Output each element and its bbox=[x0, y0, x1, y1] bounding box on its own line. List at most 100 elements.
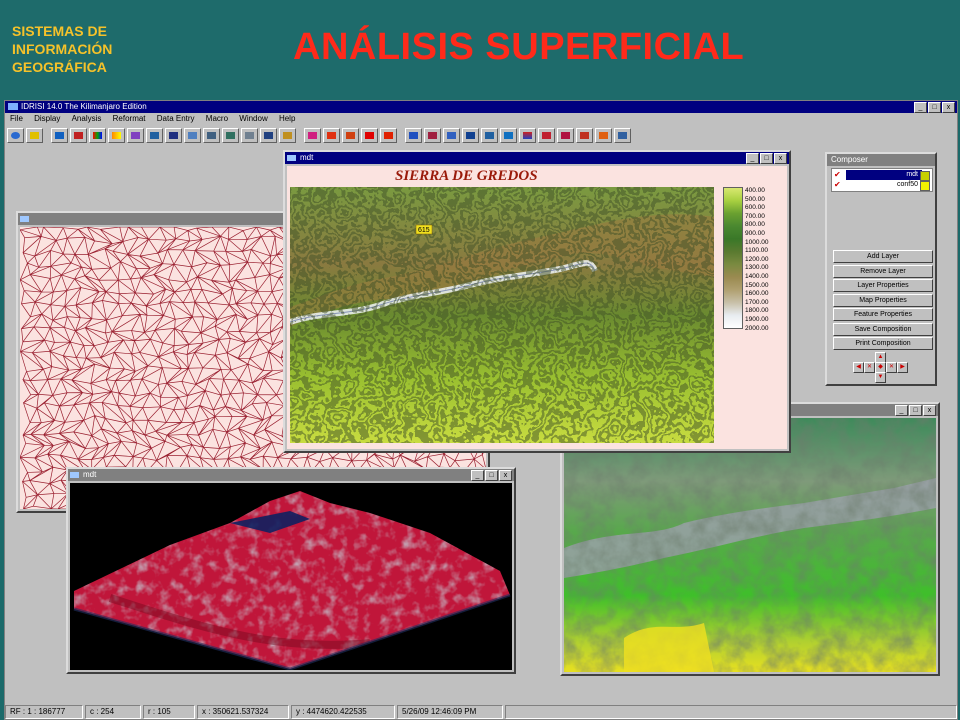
tool-button-24[interactable] bbox=[462, 127, 479, 143]
tool-button-16[interactable] bbox=[304, 127, 321, 143]
surface-icon bbox=[618, 131, 627, 139]
menu-data-entry[interactable]: Data Entry bbox=[157, 114, 195, 123]
composer-icon bbox=[30, 131, 39, 139]
tool-button-30[interactable] bbox=[576, 127, 593, 143]
tool-button-19[interactable] bbox=[361, 127, 378, 143]
tool-button-11[interactable] bbox=[203, 127, 220, 143]
composer-window[interactable]: Composer ✔ mdt ✔ conf50 Add Layer Remove… bbox=[825, 152, 937, 386]
pan-right-icon[interactable]: ▶ bbox=[897, 362, 908, 373]
map-properties-button[interactable]: Map Properties bbox=[833, 294, 933, 307]
print-composition-button[interactable]: Print Composition bbox=[833, 337, 933, 350]
shaded-minimize-button[interactable]: _ bbox=[895, 405, 908, 416]
status-x: x : 350621.537324 bbox=[197, 705, 289, 719]
tool-button-10[interactable] bbox=[184, 127, 201, 143]
menu-macro[interactable]: Macro bbox=[206, 114, 228, 123]
tool-button-5[interactable] bbox=[89, 127, 106, 143]
view3d-maximize-button[interactable]: □ bbox=[485, 470, 498, 481]
tool-button-13[interactable] bbox=[241, 127, 258, 143]
maximize-button[interactable]: □ bbox=[928, 102, 941, 113]
legend-color-ramp bbox=[723, 187, 743, 329]
feature-properties-button[interactable]: Feature Properties bbox=[833, 308, 933, 321]
pan-left-icon[interactable]: ◀ bbox=[853, 362, 864, 373]
mdt-map-view[interactable]: SIERRA DE GREDOS 615 400.00 500.00 600.0… bbox=[287, 166, 787, 449]
tool-button-3[interactable] bbox=[51, 127, 68, 143]
menu-bar: File Display Analysis Reformat Data Entr… bbox=[5, 113, 957, 125]
tool-button-6[interactable] bbox=[108, 127, 125, 143]
gradient-icon bbox=[112, 131, 121, 139]
tool-button-31[interactable] bbox=[595, 127, 612, 143]
mdt-minimize-button[interactable]: _ bbox=[746, 153, 759, 164]
tool-button-23[interactable] bbox=[443, 127, 460, 143]
zoom-in-icon[interactable]: ✕ bbox=[886, 362, 897, 373]
layer-properties-button[interactable]: Layer Properties bbox=[833, 279, 933, 292]
check-icon[interactable]: ✔ bbox=[834, 180, 841, 190]
legend-label: 1100.00 bbox=[745, 247, 769, 255]
minimize-button[interactable]: _ bbox=[914, 102, 927, 113]
tool-button-20[interactable] bbox=[380, 127, 397, 143]
mdt-window-titlebar[interactable]: mdt _ □ x bbox=[285, 152, 789, 164]
menu-display[interactable]: Display bbox=[34, 114, 60, 123]
view3d-window-titlebar[interactable]: mdt _ □ x bbox=[68, 469, 514, 481]
select-icon bbox=[346, 131, 355, 139]
tool-button-18[interactable] bbox=[342, 127, 359, 143]
composer-button[interactable] bbox=[26, 127, 43, 143]
menu-analysis[interactable]: Analysis bbox=[72, 114, 102, 123]
tool-button-27[interactable] bbox=[519, 127, 536, 143]
app-titlebar[interactable]: IDRISI 14.0 The Kilimanjaro Edition _ □ … bbox=[5, 101, 957, 113]
mdt-window-controls: _ □ x bbox=[746, 153, 787, 164]
tool-button-12[interactable] bbox=[222, 127, 239, 143]
columns-icon bbox=[485, 131, 494, 139]
pan-down-icon[interactable]: ▼ bbox=[875, 372, 886, 383]
shaded-maximize-button[interactable]: □ bbox=[909, 405, 922, 416]
menu-window[interactable]: Window bbox=[239, 114, 267, 123]
tool-button-15[interactable] bbox=[279, 127, 296, 143]
zoom-out-icon[interactable]: ✕ bbox=[864, 362, 875, 373]
tool-button-17[interactable] bbox=[323, 127, 340, 143]
check-icon[interactable]: ✔ bbox=[834, 170, 841, 180]
subtitle-line-3: GEOGRÁFICA bbox=[12, 59, 107, 75]
mdt-close-button[interactable]: x bbox=[774, 153, 787, 164]
palette-icon bbox=[93, 131, 102, 139]
tool-button-32[interactable] bbox=[614, 127, 631, 143]
legend-label: 1700.00 bbox=[745, 298, 769, 306]
toolbar bbox=[7, 127, 955, 143]
mdt-window[interactable]: mdt _ □ x SIERRA DE GREDOS 615 400.00 50… bbox=[283, 150, 791, 453]
display-launcher-button[interactable] bbox=[7, 127, 24, 143]
remove-layer-button[interactable]: Remove Layer bbox=[833, 265, 933, 278]
add-layer-button[interactable]: Add Layer bbox=[833, 250, 933, 263]
tool-button-7[interactable] bbox=[127, 127, 144, 143]
mdt-maximize-button[interactable]: □ bbox=[760, 153, 773, 164]
globe-icon bbox=[11, 131, 20, 139]
layer-row-mdt[interactable]: ✔ mdt bbox=[832, 170, 932, 181]
composer-layer-list[interactable]: ✔ mdt ✔ conf50 bbox=[831, 168, 933, 192]
tool-button-26[interactable] bbox=[500, 127, 517, 143]
tool-button-28[interactable] bbox=[538, 127, 555, 143]
menu-reformat[interactable]: Reformat bbox=[113, 114, 146, 123]
tool-button-29[interactable] bbox=[557, 127, 574, 143]
tool-button-8[interactable] bbox=[146, 127, 163, 143]
view3d-window-logo-icon bbox=[70, 472, 79, 478]
save-composition-button[interactable]: Save Composition bbox=[833, 323, 933, 336]
mdt-contour-map[interactable]: 615 bbox=[290, 187, 714, 443]
view3d-canvas[interactable] bbox=[70, 483, 512, 670]
tool-button-21[interactable] bbox=[405, 127, 422, 143]
layer-row-conf50[interactable]: ✔ conf50 bbox=[832, 180, 932, 191]
tool-button-22[interactable] bbox=[424, 127, 441, 143]
shaded-close-button[interactable]: x bbox=[923, 405, 936, 416]
status-column: c : 254 bbox=[85, 705, 141, 719]
tool-button-9[interactable] bbox=[165, 127, 182, 143]
status-row: r : 105 bbox=[143, 705, 195, 719]
view3d-close-button[interactable]: x bbox=[499, 470, 512, 481]
tool-button-25[interactable] bbox=[481, 127, 498, 143]
tool-button-4[interactable] bbox=[70, 127, 87, 143]
tool-button-14[interactable] bbox=[260, 127, 277, 143]
legend-label: 1900.00 bbox=[745, 316, 769, 323]
close-button[interactable]: x bbox=[942, 102, 955, 113]
view3d-window[interactable]: mdt _ □ x bbox=[66, 467, 516, 674]
layer-swatch[interactable] bbox=[920, 181, 930, 191]
view3d-minimize-button[interactable]: _ bbox=[471, 470, 484, 481]
menu-file[interactable]: File bbox=[10, 114, 23, 123]
composer-titlebar[interactable]: Composer bbox=[827, 154, 935, 166]
menu-help[interactable]: Help bbox=[279, 114, 295, 123]
shaded-relief-map[interactable] bbox=[564, 418, 936, 672]
